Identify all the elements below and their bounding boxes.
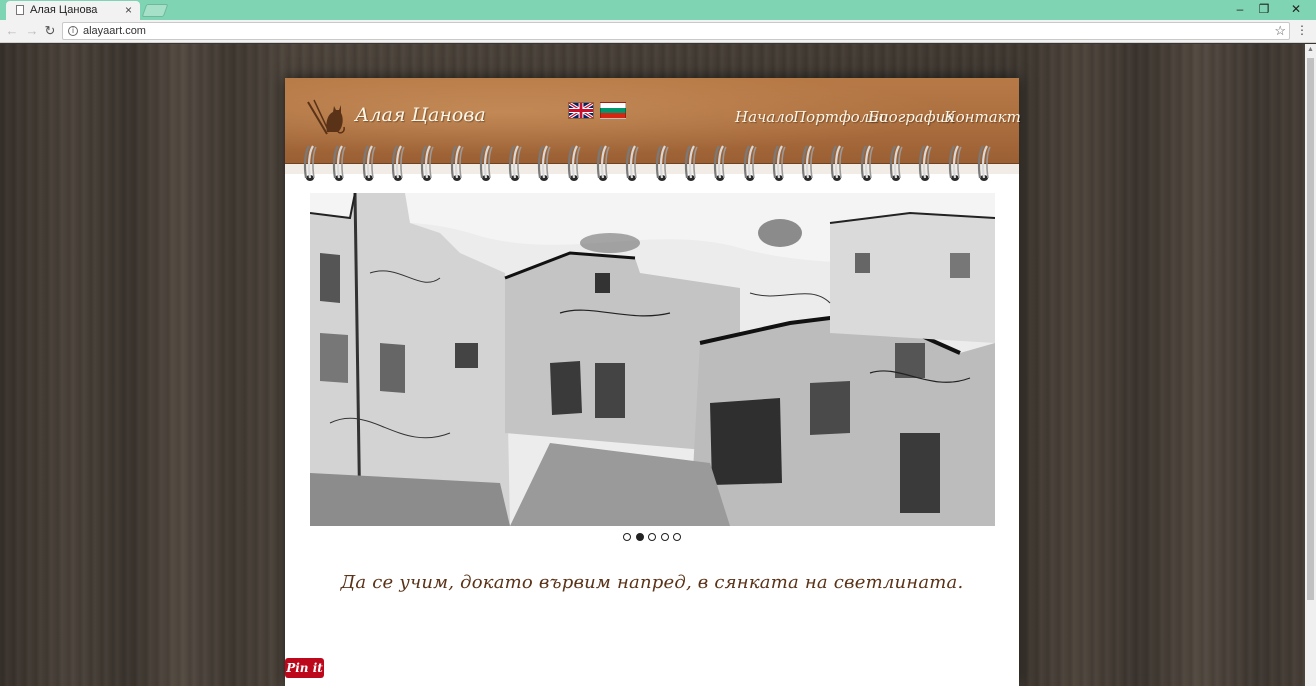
slider-dot-3[interactable]: [648, 533, 656, 541]
site-title[interactable]: Алая Цанова: [355, 104, 486, 126]
address-bar[interactable]: i alayaart.com ☆: [62, 22, 1290, 40]
notebook-page: Алая Цанова Начало Портфолио Биография К…: [285, 78, 1021, 686]
slider-dots: [623, 533, 693, 543]
binding-ring: [919, 145, 933, 181]
slider-dot-2[interactable]: [635, 533, 644, 541]
binding-ring: [596, 145, 610, 181]
slider-dot-5[interactable]: [673, 533, 681, 541]
slider-dot-4[interactable]: [660, 533, 669, 541]
browser-tab[interactable]: Алая Цанова ×: [6, 1, 140, 20]
new-tab-button[interactable]: [141, 4, 169, 17]
menu-icon[interactable]: ⋮: [1296, 23, 1308, 37]
binding-ring: [743, 145, 757, 181]
binding-ring: [450, 145, 464, 181]
binding-ring: [567, 145, 581, 181]
maximize-button[interactable]: ❐: [1250, 0, 1278, 18]
tab-close-icon[interactable]: ×: [125, 3, 132, 17]
slider-dot-1[interactable]: [623, 533, 631, 541]
info-icon[interactable]: i: [68, 26, 78, 36]
binding-ring: [333, 145, 347, 181]
nav-contact[interactable]: Контакт: [944, 108, 1021, 126]
scroll-up-icon[interactable]: ▲: [1307, 46, 1314, 53]
binding-ring: [831, 145, 845, 181]
binding-ring: [889, 145, 903, 181]
tab-title: Алая Цанова: [30, 4, 98, 16]
main-nav: Начало Портфолио Биография Контакт: [735, 108, 1021, 130]
bg-flag-icon[interactable]: [600, 102, 626, 119]
url-text[interactable]: alayaart.com: [83, 25, 146, 37]
binding-ring: [714, 145, 727, 181]
page-icon: [16, 5, 24, 15]
binding-ring: [684, 145, 698, 181]
browser-toolbar: ← → ↻ i alayaart.com ☆ ⋮: [0, 20, 1316, 43]
binding-ring: [802, 145, 815, 181]
vertical-scrollbar[interactable]: ▲: [1305, 44, 1316, 686]
hero-slider[interactable]: [310, 193, 995, 526]
cat-logo-icon[interactable]: [305, 96, 347, 136]
reload-button[interactable]: ↻: [42, 23, 58, 39]
street-sketch-image: [310, 193, 995, 526]
binding-ring: [538, 145, 552, 181]
tagline-quote: Да се учим, докато вървим напред, в сянк…: [340, 572, 964, 593]
scrollbar-thumb[interactable]: [1307, 58, 1314, 600]
pin-it-button[interactable]: Pin it: [285, 658, 324, 678]
binding-ring: [655, 145, 669, 181]
binding-ring: [391, 145, 405, 181]
browser-titlebar: Алая Цанова × – ❐ ✕: [0, 0, 1316, 20]
binding-ring: [948, 145, 962, 181]
binding-ring: [626, 145, 640, 181]
star-icon[interactable]: ☆: [1274, 23, 1286, 39]
binding-ring: [860, 145, 874, 181]
binding-ring: [977, 145, 991, 181]
binding-ring: [362, 145, 376, 181]
nav-home[interactable]: Начало: [735, 108, 794, 126]
binding-ring: [303, 145, 317, 181]
binding-ring: [772, 145, 786, 181]
uk-flag-icon[interactable]: [568, 102, 594, 119]
binding-ring: [479, 145, 493, 181]
nav-biography[interactable]: Биография: [868, 108, 955, 126]
spiral-binding: [303, 144, 1003, 184]
binding-ring: [509, 145, 522, 181]
forward-button[interactable]: →: [24, 23, 40, 38]
back-button[interactable]: ←: [4, 23, 20, 38]
close-window-button[interactable]: ✕: [1282, 0, 1310, 18]
binding-ring: [421, 145, 434, 181]
